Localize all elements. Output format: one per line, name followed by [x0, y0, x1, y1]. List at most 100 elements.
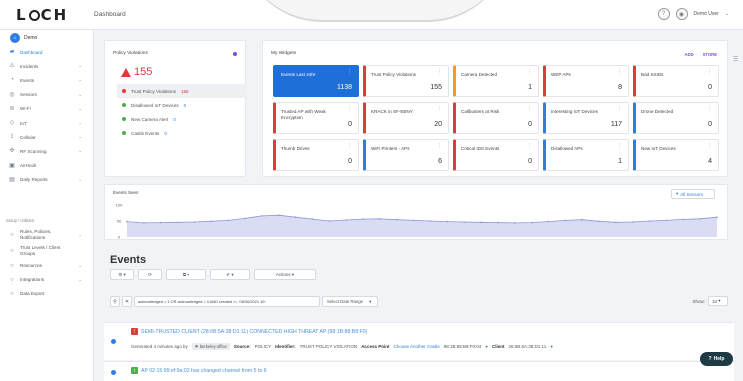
- settings-dropdown-button[interactable]: ⚙ ▾: [110, 269, 134, 280]
- data-point[interactable]: [126, 220, 128, 223]
- collapse-handle-icon[interactable]: ☰: [733, 56, 738, 63]
- data-point[interactable]: [547, 220, 550, 223]
- sidebar-item-wifi[interactable]: ≋ Wi-Fi ⌄: [0, 102, 94, 116]
- sidebar-item-trust-levels[interactable]: ○ Trust Levels / Client Groups: [0, 243, 94, 259]
- event-title-text[interactable]: AP 02:15:99:ef:9a:02 has changed channel…: [141, 368, 267, 374]
- data-point[interactable]: [530, 221, 533, 224]
- data-point[interactable]: [311, 218, 314, 220]
- widget-tile[interactable]: Critical IDS Events ⋮ 0: [453, 139, 539, 171]
- info-icon[interactable]: ●: [485, 344, 488, 349]
- kebab-menu-icon[interactable]: ⋮: [347, 107, 352, 112]
- info-icon[interactable]: ●: [550, 344, 553, 349]
- widget-tile[interactable]: Drone Detected ⋮ 0: [633, 102, 719, 134]
- kebab-menu-icon[interactable]: ⋮: [617, 70, 622, 75]
- event-title[interactable]: i AP 02:15:99:ef:9a:02 has changed chann…: [131, 367, 267, 374]
- widget-tile[interactable]: Disallowed APs ⋮ 1: [543, 139, 629, 171]
- policy-item[interactable]: Trust Policy Violations 155: [117, 84, 247, 98]
- data-point[interactable]: [513, 222, 516, 224]
- widget-tile[interactable]: Bad SSIDs ⋮ 0: [633, 65, 719, 97]
- data-point[interactable]: [244, 217, 246, 220]
- sidebar-item-integrations[interactable]: ○ Integrations ⌄: [0, 273, 94, 287]
- policy-item[interactable]: New Camera Alert 0: [117, 112, 247, 126]
- data-point[interactable]: [379, 218, 381, 220]
- sidebar-item-iot[interactable]: ◇ IoT ⌄: [0, 116, 94, 130]
- data-point[interactable]: [480, 221, 482, 224]
- widget-tile[interactable]: ⋮: [273, 176, 359, 177]
- user-menu[interactable]: ? ◉ Demo User ⌄: [657, 8, 729, 20]
- widget-tile[interactable]: ⋮: [363, 176, 449, 177]
- sidebar-item-data-export[interactable]: ○ Data Export: [0, 287, 94, 301]
- user-avatar-icon[interactable]: ◉: [675, 8, 688, 20]
- widget-tile[interactable]: WEP APs ⋮ 8: [543, 65, 629, 97]
- kebab-menu-icon[interactable]: ⋮: [437, 107, 442, 112]
- filter-query-input[interactable]: acknowledged = 1 OR acknowledged = 0 AND…: [134, 296, 320, 307]
- data-point[interactable]: [564, 219, 567, 222]
- widget-tile[interactable]: ⋮: [633, 176, 719, 177]
- clear-filter-icon[interactable]: ✕: [122, 296, 132, 307]
- widget-tile[interactable]: ⋮: [543, 176, 629, 177]
- date-range-select[interactable]: Select Date Range ▾: [322, 296, 378, 307]
- widget-store-link[interactable]: STORE: [703, 52, 717, 57]
- policy-item[interactable]: Disallowed IoT Devices 0: [117, 98, 247, 112]
- kebab-menu-icon[interactable]: ⋮: [707, 144, 712, 149]
- sidebar-item-rf-scanning[interactable]: ✣ RF Scanning ⌄: [0, 144, 94, 158]
- widget-tile[interactable]: Camera Detected ⋮ 1: [453, 65, 539, 97]
- policy-item[interactable]: Castle Events 0: [117, 126, 247, 140]
- sidebar-item-events[interactable]: ◔ Events ⌄: [0, 73, 94, 87]
- refresh-button[interactable]: ⟳: [138, 269, 162, 280]
- event-row[interactable]: ! SEMI-TRUSTED CLIENT (28:6B:5A:38:D1:11…: [104, 322, 734, 360]
- data-point[interactable]: [294, 216, 297, 218]
- widget-tile[interactable]: New IoT Devices ⋮ 4: [633, 139, 719, 171]
- data-point[interactable]: [631, 221, 634, 223]
- loch-logo[interactable]: L CH: [16, 6, 68, 24]
- sidebar-item-sensors[interactable]: ◎ Sensors ⌄: [0, 88, 94, 102]
- widget-tile[interactable]: WiFi Printers - APs ⋮ 6: [363, 139, 449, 171]
- kebab-menu-icon[interactable]: ⋮: [527, 107, 532, 112]
- export-dropdown-button[interactable]: ⧉ ▾: [166, 269, 206, 280]
- data-point[interactable]: [615, 221, 617, 224]
- widget-tile[interactable]: Trust Policy Violations ⋮ 155: [363, 65, 449, 97]
- filter-icon[interactable]: ⚲: [110, 296, 120, 307]
- kebab-menu-icon[interactable]: ⋮: [617, 107, 622, 112]
- sidebar-item-incidents[interactable]: ⚠ Incidents ⌄: [0, 59, 94, 73]
- sidebar-item-cellular[interactable]: ⟟ Cellular ⌄: [0, 130, 94, 144]
- data-point[interactable]: [665, 219, 668, 222]
- event-title-text[interactable]: SEMI-TRUSTED CLIENT (28:6B:5A:38:D1:11) …: [141, 329, 367, 335]
- widget-tile[interactable]: Interesting IoT Devices ⋮ 117: [543, 102, 629, 134]
- page-size-select[interactable]: 10 ▾: [708, 296, 728, 306]
- data-point[interactable]: [159, 221, 162, 224]
- org-switcher[interactable]: ⌂ Demo: [10, 33, 37, 43]
- data-point[interactable]: [716, 216, 718, 218]
- help-circle-icon[interactable]: ?: [657, 8, 670, 20]
- event-row[interactable]: i AP 02:15:99:ef:9a:02 has changed chann…: [104, 361, 734, 381]
- actions-dropdown-button[interactable]: Actions ▾: [254, 269, 316, 280]
- data-point[interactable]: [463, 221, 465, 223]
- widget-tile[interactable]: Events Last 24hr ⋮ 1138: [273, 65, 359, 97]
- data-point[interactable]: [227, 219, 229, 222]
- widget-tile[interactable]: ⋮: [453, 176, 539, 177]
- sidebar-item-daily-reports[interactable]: ▤ Daily Reports ⌄: [0, 173, 94, 187]
- data-point[interactable]: [193, 221, 196, 223]
- data-point[interactable]: [598, 220, 600, 223]
- acknowledge-dropdown-button[interactable]: ✔ ▾: [210, 269, 250, 280]
- user-name[interactable]: Demo User: [694, 11, 719, 17]
- widget-tile[interactable]: KRACK in SF-EBNY ⋮ 20: [363, 102, 449, 134]
- data-point[interactable]: [699, 218, 701, 220]
- kebab-menu-icon[interactable]: ⋮: [437, 144, 442, 149]
- data-point[interactable]: [362, 218, 364, 220]
- sidebar-item-resources[interactable]: ○ Resources ⌄: [0, 259, 94, 273]
- data-point[interactable]: [210, 220, 213, 223]
- data-point[interactable]: [395, 218, 398, 221]
- kebab-menu-icon[interactable]: ⋮: [617, 144, 622, 149]
- widget-tile[interactable]: Thumb Drives ⋮ 0: [273, 139, 359, 171]
- widget-tile[interactable]: Callbusters at Risk ⋮ 0: [453, 102, 539, 134]
- data-point[interactable]: [429, 220, 432, 222]
- kebab-menu-icon[interactable]: ⋮: [707, 107, 712, 112]
- sensor-chip[interactable]: ⚑ berkeley-office: [191, 343, 230, 350]
- data-point[interactable]: [277, 214, 280, 216]
- kebab-menu-icon[interactable]: ⋮: [707, 70, 712, 75]
- data-point[interactable]: [345, 219, 347, 221]
- kebab-menu-icon[interactable]: ⋮: [347, 70, 352, 75]
- data-point[interactable]: [581, 218, 583, 221]
- data-point[interactable]: [261, 215, 263, 217]
